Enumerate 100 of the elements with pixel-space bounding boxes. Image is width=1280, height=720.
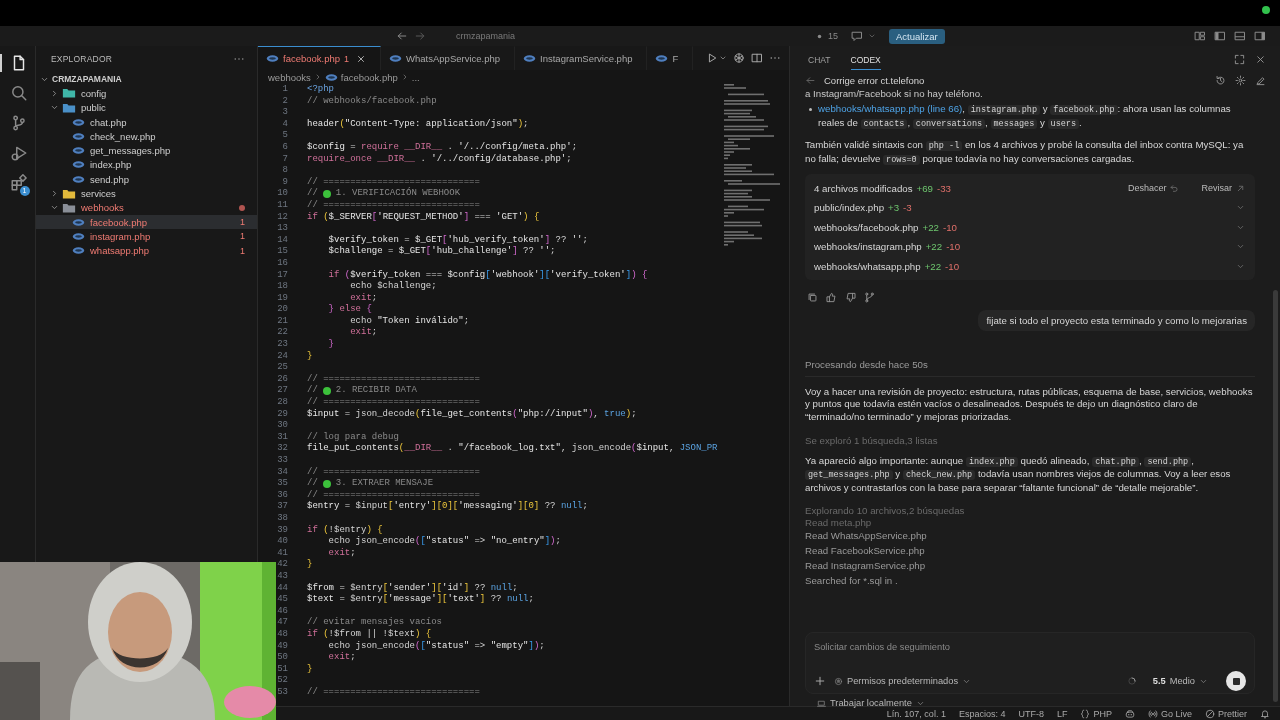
run-icon[interactable] [706, 52, 718, 64]
removed-count: -10 [942, 221, 957, 233]
tree-item[interactable]: services [36, 186, 257, 201]
line-number: 6 [281, 141, 288, 154]
file-path[interactable]: webhooks/facebook.php [814, 221, 919, 233]
status-item[interactable]: UTF-8 [1018, 708, 1044, 719]
line-number: 4 [281, 118, 288, 131]
update-button[interactable]: Actualizar [889, 28, 945, 44]
status-item[interactable]: Lín. 107, col. 1 [886, 708, 946, 719]
code-line: $input = json_decode(file_get_contents("php://input"), true); [307, 408, 637, 421]
tree-item[interactable]: chat.php [36, 114, 257, 130]
search-field[interactable]: crmzapamania [456, 29, 666, 43]
model-dropdown[interactable]: 5.5 Medio [1152, 676, 1208, 686]
permissions-dropdown[interactable]: Permisos predeterminados [834, 676, 972, 686]
back-arrow-icon[interactable] [805, 74, 816, 86]
status-item[interactable]: LF [1056, 708, 1068, 719]
chat-icon[interactable] [851, 30, 863, 42]
status-item[interactable]: Go Live [1147, 708, 1192, 719]
status-item[interactable]: Espacios: 4 [958, 708, 1006, 719]
tree-item[interactable]: facebook.php 1 [36, 214, 257, 230]
run-debug-icon[interactable] [9, 144, 28, 162]
line-number: 42 [276, 559, 288, 571]
tree-item[interactable]: public [36, 100, 257, 115]
status-item[interactable]: PHP [1080, 708, 1112, 719]
sidebar-toggle-icon[interactable] [1214, 30, 1226, 42]
file-path[interactable]: webhooks/instagram.php [814, 241, 922, 253]
tree-root[interactable]: CRMZAPAMANIA [36, 72, 257, 87]
breadcrumb-item[interactable]: webhooks [268, 71, 311, 83]
file-path[interactable]: webhooks/whatsapp.php [814, 260, 921, 272]
tree-item[interactable]: config [36, 86, 257, 101]
sidebar-title: EXPLORADOR [51, 54, 113, 64]
tree-item[interactable]: whatsapp.php 1 [36, 243, 257, 258]
bullet-icon [809, 108, 812, 111]
file-path[interactable]: public/index.php [814, 202, 885, 214]
code-line: $from = $entry['sender']['id'] ?? null; [307, 582, 518, 594]
panel-tab[interactable]: CODEX [850, 48, 881, 70]
tree-item[interactable]: check_new.php [36, 129, 257, 144]
tree-item[interactable]: index.php [36, 157, 257, 173]
line-number: 49 [276, 640, 288, 653]
code-line: // ============================= [307, 686, 480, 699]
undo-button[interactable]: Deshacer [1127, 183, 1180, 194]
thumbs-down-icon[interactable] [845, 291, 856, 303]
panel-toggle-icon[interactable] [1234, 30, 1246, 42]
search-icon[interactable] [9, 84, 28, 102]
editor-tab[interactable]: WhatsAppService.php [381, 46, 516, 70]
message-text: Voy a hacer una revisión de proyecto: estructura, rutas públicas, esquema de base, servicios, webhooks y puntos que todavía estén vacíos o desalineados. Después te dejo un diagnóstico claro de “terminado/no terminado” y mejoras priorizadas. [805, 385, 1254, 424]
scrollbar[interactable] [1273, 290, 1278, 702]
line-number: 15 [276, 246, 288, 258]
code-line: echo $challenge; [349, 281, 437, 293]
review-button[interactable]: Revisar [1201, 183, 1245, 194]
message-field[interactable]: Solicitar cambios de seguimiento Permisos predeterminados 5.5 Medio [805, 632, 1255, 694]
tree-item[interactable]: send.php [36, 172, 257, 187]
line-number: 22 [276, 327, 288, 340]
line-number: 34 [276, 466, 288, 479]
line-number: 16 [276, 257, 288, 270]
tree-item[interactable]: instagram.php 1 [36, 229, 257, 244]
panel-tab[interactable]: CHAT [808, 48, 831, 70]
code-line: } [307, 559, 313, 571]
code-line: // ============================= [307, 176, 480, 187]
editor-tab[interactable]: InstagramService.php [515, 46, 648, 70]
copy-icon[interactable] [807, 291, 818, 303]
status-item[interactable]: Prettier [1205, 708, 1247, 719]
stop-button[interactable] [1226, 671, 1246, 691]
code-line: $text = $entry['message']['text'] ?? null; [307, 594, 534, 606]
fullscreen-icon[interactable] [1234, 53, 1245, 65]
code-line: // ============================= [307, 489, 480, 501]
history-icon[interactable] [1215, 74, 1226, 86]
line-number: 37 [276, 501, 288, 513]
knot-icon[interactable] [733, 52, 745, 64]
compose-icon[interactable] [1255, 74, 1266, 86]
workspace-dropdown[interactable]: Trabajar localmente [817, 698, 925, 708]
settings-icon[interactable] [1235, 74, 1246, 86]
external-link-icon [1236, 183, 1245, 193]
status-text: Procesando desde hace 50s [805, 358, 928, 370]
add-icon[interactable] [814, 675, 826, 687]
undo-icon [1170, 183, 1180, 193]
tree-item[interactable]: get_messages.php [36, 143, 257, 158]
fork-icon[interactable] [864, 291, 875, 303]
close-icon[interactable] [1255, 53, 1266, 65]
code-line: // ============================= [307, 466, 480, 478]
code-line: header("Content-Type: application/json"); [307, 118, 529, 131]
close-icon[interactable] [356, 53, 367, 64]
sidebar-toggle-icon[interactable] [1254, 30, 1266, 42]
thread-title: Corrige error ct.telefono [824, 74, 925, 86]
message-text: webhooks/whatsapp.php (line 66), instagram.php y facebook.php : ahora usan las columnas reales de contacts , conversations , messages y users . [818, 103, 1232, 131]
breadcrumb-item[interactable]: facebook.php [340, 71, 398, 83]
editor-tab[interactable]: facebook.php 1 [258, 46, 382, 70]
breadcrumb-item[interactable]: ... [411, 71, 420, 83]
circle-icon [322, 387, 331, 396]
thumbs-up-icon[interactable] [826, 291, 837, 303]
back-arrow-icon[interactable] [396, 30, 408, 42]
code-line: require_once __DIR__ . '/../config/database.php'; [307, 153, 572, 166]
split-editor-icon[interactable] [751, 52, 763, 64]
caret-icon[interactable] [719, 54, 727, 62]
layout-icon[interactable] [1194, 30, 1206, 42]
line-number: 48 [276, 628, 288, 641]
line-number: 30 [276, 420, 288, 432]
editor-tab[interactable]: F [647, 46, 694, 70]
tree-item[interactable]: webhooks [36, 200, 257, 215]
php-file-icon [389, 52, 403, 65]
